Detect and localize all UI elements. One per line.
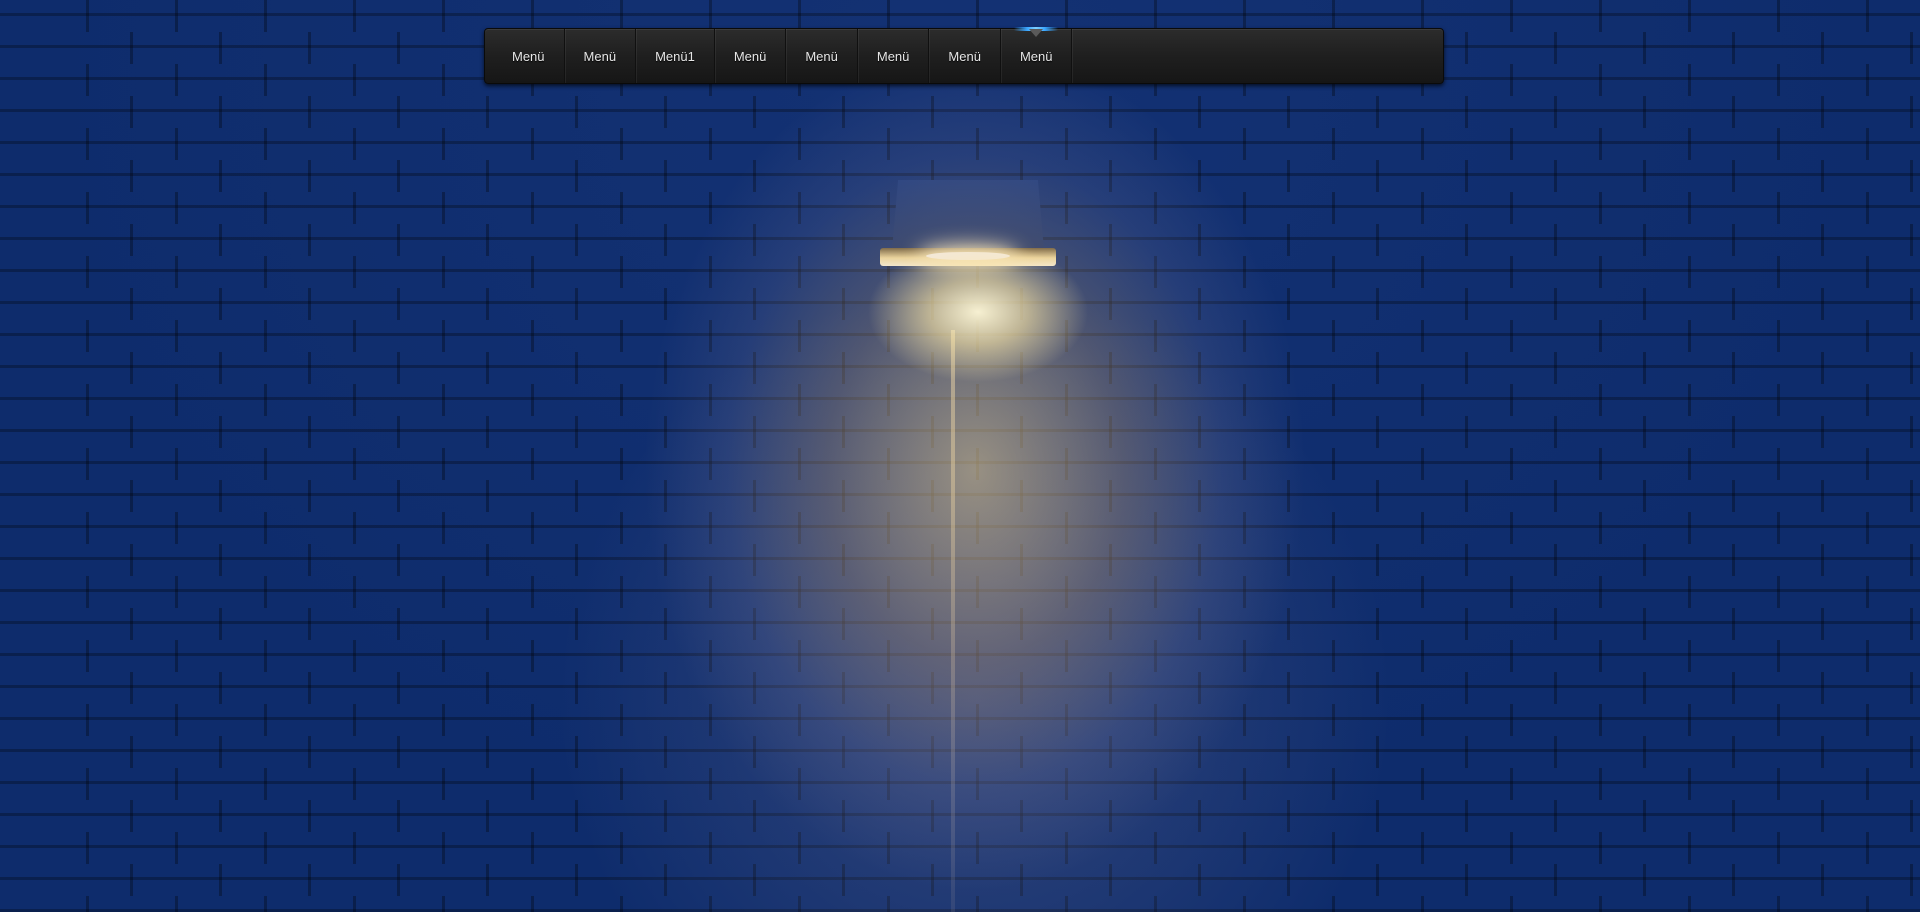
brick-row: [0, 832, 1920, 864]
brick-row: [0, 672, 1920, 704]
nav-item-label: Menü: [512, 48, 545, 64]
brick-row: [0, 384, 1920, 416]
wall-lamp-image: [880, 180, 1056, 268]
nav-item-label: Menü: [876, 48, 910, 64]
nav-item-menu-4[interactable]: Menü: [715, 29, 787, 83]
main-navigation-bar: Menü Menü Menü1 Menü Menü Menü Menü Menü: [484, 27, 1444, 84]
brick-row: [0, 576, 1920, 608]
nav-item-menu-2[interactable]: Menü: [565, 29, 637, 83]
lamp-housing: [892, 180, 1044, 250]
brick-row: [0, 864, 1920, 896]
brick-row: [0, 352, 1920, 384]
nav-item-menu-3[interactable]: Menü1: [636, 29, 715, 83]
brick-row: [0, 96, 1920, 128]
brick-row: [0, 448, 1920, 480]
nav-menu-list: Menü Menü Menü1 Menü Menü Menü Menü Menü: [493, 27, 1073, 83]
nav-item-menu-1[interactable]: Menü: [493, 29, 565, 83]
nav-item-menu-8-active[interactable]: Menü: [1001, 27, 1073, 83]
brick-wall-background: [0, 0, 1920, 912]
brick-row: [0, 768, 1920, 800]
brick-row: [0, 288, 1920, 320]
brick-row: [0, 736, 1920, 768]
nav-item-label: Menü: [733, 48, 767, 64]
active-indicator-arrow-icon: [1029, 29, 1044, 37]
lamp-bulb: [926, 252, 1010, 260]
wall-pipe: [951, 330, 955, 912]
nav-item-label: Menü: [1019, 48, 1053, 64]
brick-row: [0, 416, 1920, 448]
brick-row: [0, 480, 1920, 512]
brick-row: [0, 128, 1920, 160]
brick-row: [0, 544, 1920, 576]
brick-row: [0, 640, 1920, 672]
nav-item-label: Menü: [805, 48, 838, 64]
nav-item-label: Menü: [583, 48, 617, 64]
brick-row: [0, 512, 1920, 544]
brick-row: [0, 608, 1920, 640]
brick-row: [0, 800, 1920, 832]
brick-row: [0, 320, 1920, 352]
brick-row: [0, 896, 1920, 912]
nav-item-label: Menü1: [655, 48, 695, 64]
nav-item-menu-6[interactable]: Menü: [858, 29, 930, 83]
nav-item-label: Menü: [948, 48, 981, 64]
nav-item-menu-7[interactable]: Menü: [929, 29, 1001, 83]
brick-row: [0, 704, 1920, 736]
nav-item-menu-5[interactable]: Menü: [786, 29, 858, 83]
